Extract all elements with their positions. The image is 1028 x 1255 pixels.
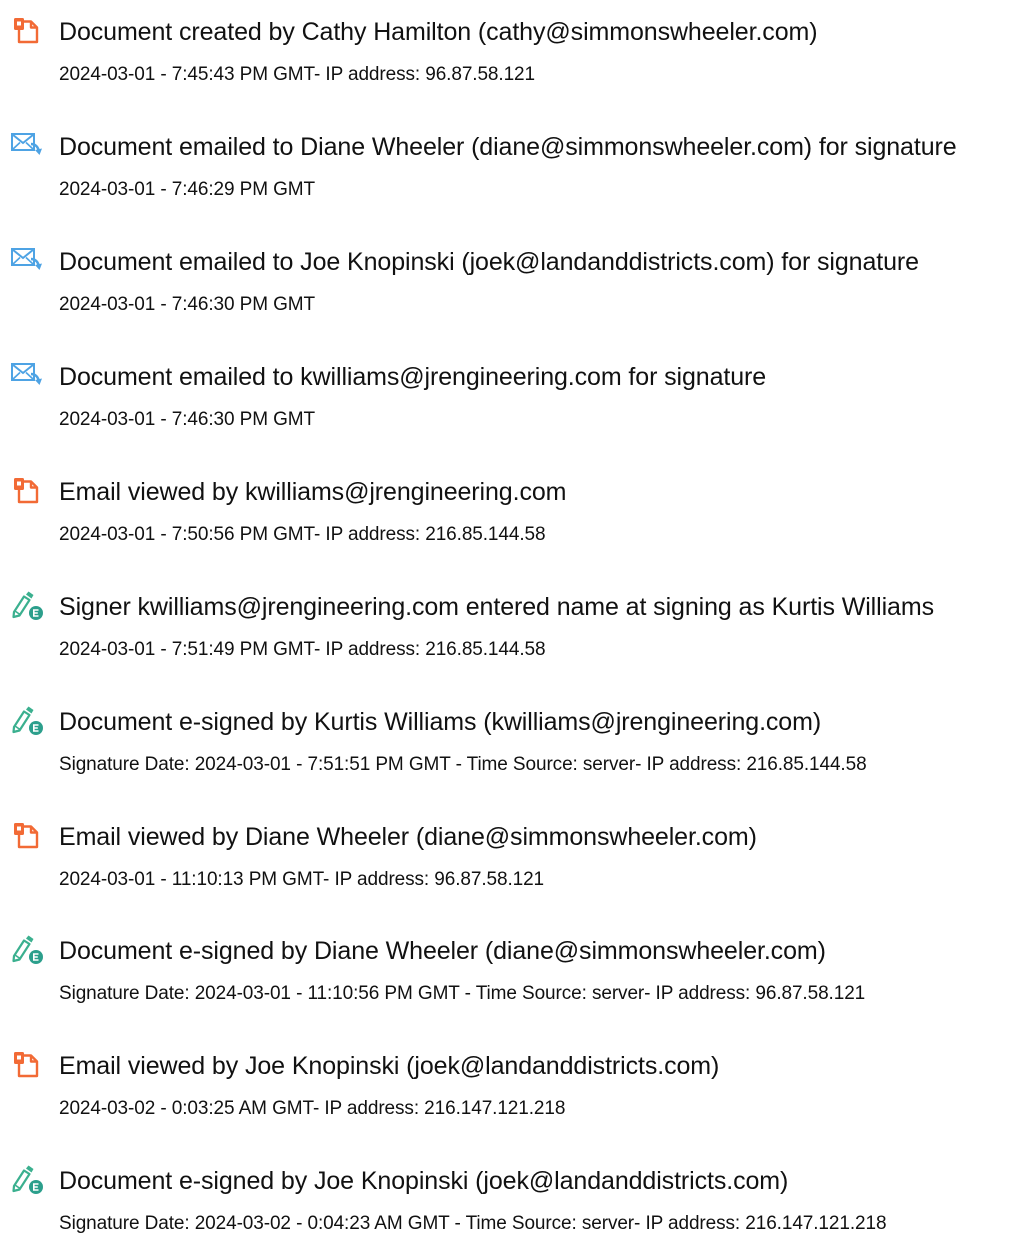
audit-event: Email viewed by Joe Knopinski (joek@land… (0, 1040, 1028, 1140)
event-timestamp: 2024-03-02 - 0:03:25 AM GMT- IP address:… (59, 1098, 566, 1119)
audit-event: Signer kwilliams@jrengineering.com enter… (0, 581, 1028, 681)
audit-event: Email viewed by kwilliams@jrengineering.… (0, 466, 1028, 566)
audit-event: Document emailed to kwilliams@jrengineer… (0, 351, 1028, 451)
audit-event: Document e-signed by Diane Wheeler (dian… (0, 925, 1028, 1025)
event-title: Document e-signed by Joe Knopinski (joek… (59, 1167, 789, 1195)
event-title: Document emailed to Joe Knopinski (joek@… (59, 248, 919, 276)
event-timestamp: 2024-03-01 - 7:46:30 PM GMT (59, 294, 316, 315)
audit-event: Document emailed to Joe Knopinski (joek@… (0, 236, 1028, 336)
event-title: Document emailed to Diane Wheeler (diane… (59, 133, 957, 161)
event-title: Document created by Cathy Hamilton (cath… (59, 18, 818, 46)
event-timestamp: Signature Date: 2024-03-02 - 0:04:23 AM … (59, 1213, 887, 1234)
audit-event: Document created by Cathy Hamilton (cath… (0, 6, 1028, 106)
event-title: Email viewed by kwilliams@jrengineering.… (59, 478, 567, 506)
document-icon (10, 15, 44, 47)
email-icon (10, 245, 44, 277)
audit-event: Document e-signed by Joe Knopinski (joek… (0, 1155, 1028, 1255)
audit-event: Document emailed to Diane Wheeler (diane… (0, 121, 1028, 221)
document-icon (10, 820, 44, 852)
event-timestamp: 2024-03-01 - 7:45:43 PM GMT- IP address:… (59, 64, 535, 85)
sign-icon (10, 1164, 44, 1196)
event-title: Document e-signed by Diane Wheeler (dian… (59, 937, 826, 965)
event-title: Document emailed to kwilliams@jrengineer… (59, 363, 767, 391)
event-timestamp: Signature Date: 2024-03-01 - 7:51:51 PM … (59, 754, 867, 775)
audit-event: Document e-signed by Kurtis Williams (kw… (0, 696, 1028, 796)
event-timestamp: 2024-03-01 - 11:10:13 PM GMT- IP address… (59, 869, 545, 890)
document-icon (10, 475, 44, 507)
document-icon (10, 1049, 44, 1081)
event-title: Email viewed by Joe Knopinski (joek@land… (59, 1052, 720, 1080)
event-title: Signer kwilliams@jrengineering.com enter… (59, 593, 934, 621)
event-title: Email viewed by Diane Wheeler (diane@sim… (59, 823, 757, 851)
event-timestamp: Signature Date: 2024-03-01 - 11:10:56 PM… (59, 983, 866, 1004)
email-icon (10, 130, 44, 162)
event-timestamp: 2024-03-01 - 7:50:56 PM GMT- IP address:… (59, 524, 546, 545)
event-timestamp: 2024-03-01 - 7:51:49 PM GMT- IP address:… (59, 639, 546, 660)
event-timestamp: 2024-03-01 - 7:46:29 PM GMT (59, 179, 316, 200)
email-icon (10, 360, 44, 392)
event-timestamp: 2024-03-01 - 7:46:30 PM GMT (59, 409, 316, 430)
sign-icon (10, 934, 44, 966)
sign-icon (10, 705, 44, 737)
sign-icon (10, 590, 44, 622)
event-title: Document e-signed by Kurtis Williams (kw… (59, 708, 822, 736)
audit-event: Email viewed by Diane Wheeler (diane@sim… (0, 811, 1028, 911)
